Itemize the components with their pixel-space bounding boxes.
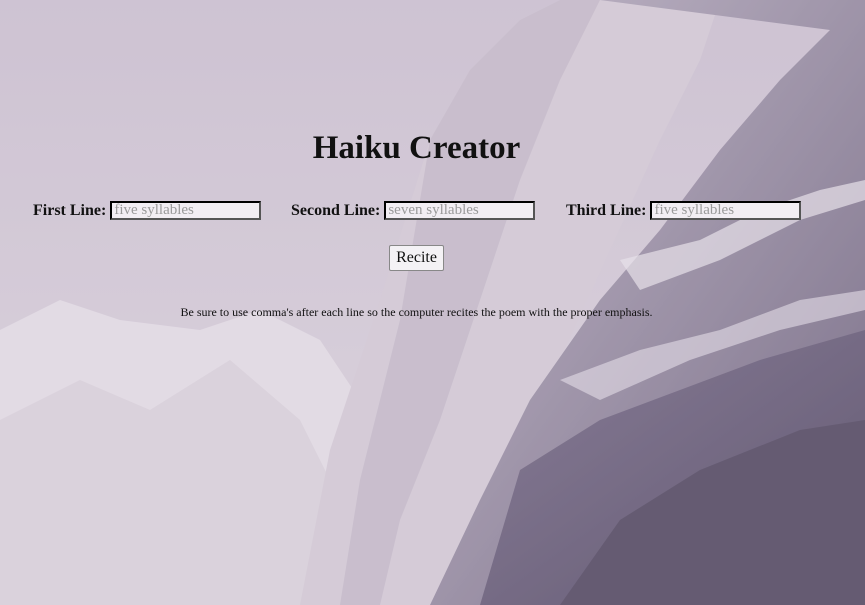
first-line-input[interactable] xyxy=(110,201,262,220)
third-line-input[interactable] xyxy=(650,201,802,220)
instruction-text: Be sure to use comma's after each line s… xyxy=(180,305,653,319)
first-line-label: First Line: xyxy=(33,201,107,219)
recite-button[interactable]: Recite xyxy=(389,245,444,271)
third-line-group: Third Line: xyxy=(566,201,802,220)
page-title: Haiku Creator xyxy=(312,130,521,166)
second-line-input[interactable] xyxy=(384,201,536,220)
mountain-background-image xyxy=(0,0,865,605)
first-line-group: First Line: xyxy=(33,201,262,220)
third-line-label: Third Line: xyxy=(566,201,647,219)
second-line-group: Second Line: xyxy=(291,201,536,220)
page: Haiku Creator First Line: Second Line: T… xyxy=(0,0,865,605)
second-line-label: Second Line: xyxy=(291,201,381,219)
